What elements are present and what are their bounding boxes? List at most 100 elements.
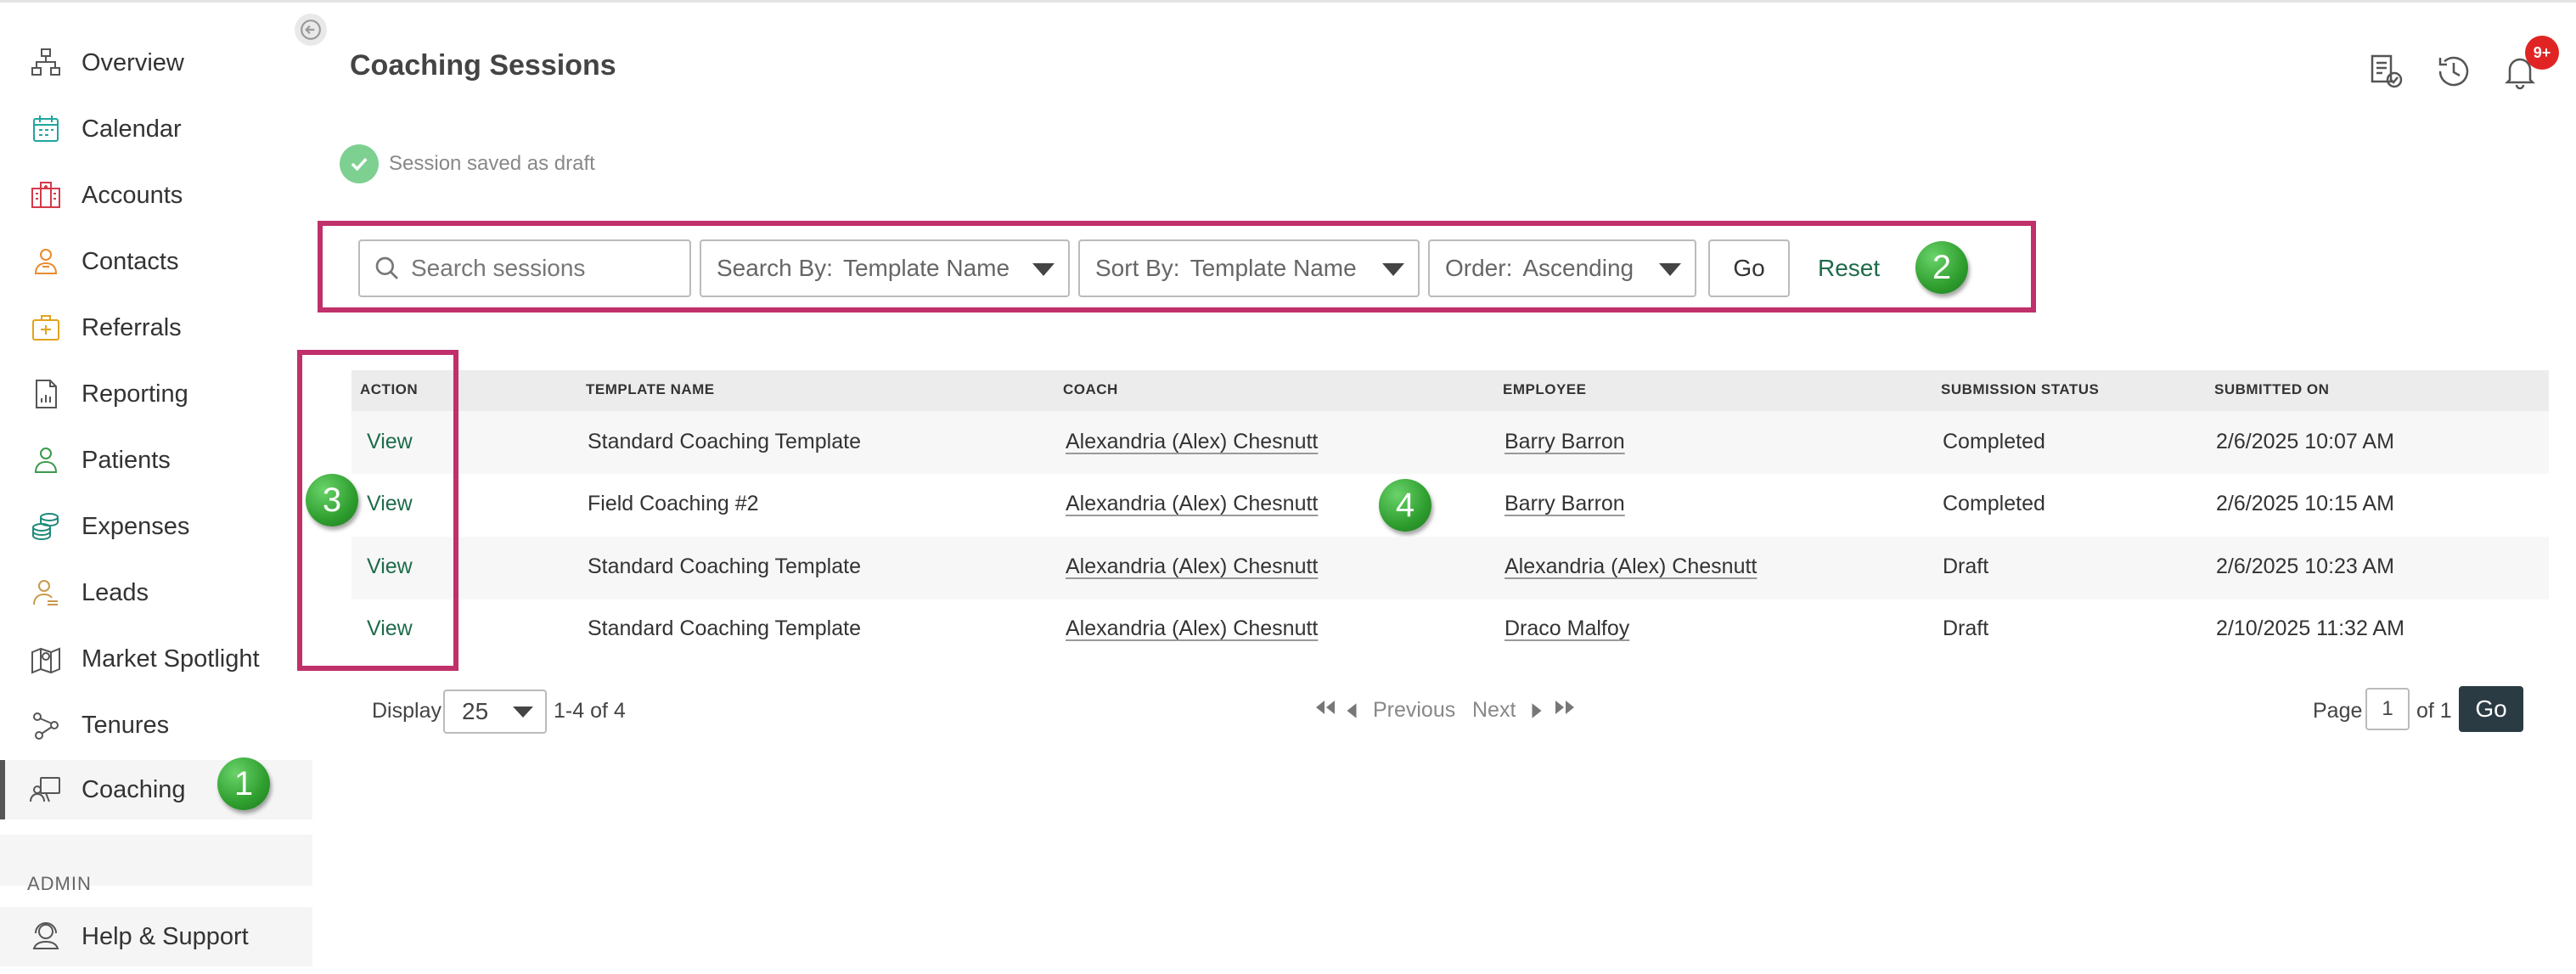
order-value: Ascending <box>1522 255 1634 281</box>
order-select[interactable]: Order: Ascending <box>1428 239 1696 297</box>
coach-link[interactable]: Alexandria (Alex) Chesnutt <box>1066 430 1318 454</box>
admin-section-label: ADMIN <box>27 873 92 894</box>
search-placeholder: Search sessions <box>411 255 586 281</box>
sidebar-item-label: Help & Support <box>82 922 249 950</box>
sidebar-item-label: Reporting <box>82 380 188 408</box>
calendar-icon <box>27 110 65 148</box>
status-cell: Draft <box>1943 616 1989 640</box>
column-header-coach[interactable]: COACH <box>1063 381 1118 398</box>
draft-message-text: Session saved as draft <box>389 152 595 175</box>
sidebar-item-label: Calendar <box>82 115 182 143</box>
last-page-button[interactable] <box>1554 698 1578 723</box>
search-icon <box>375 256 398 279</box>
headset-icon <box>27 918 65 955</box>
chevron-down-icon <box>1032 263 1055 276</box>
chevron-left-icon <box>1347 703 1357 719</box>
search-by-select[interactable]: Search By: Template Name <box>700 239 1070 297</box>
submitted-on-cell: 2/6/2025 10:15 AM <box>2216 492 2394 515</box>
check-circle-icon <box>340 144 379 183</box>
reset-link[interactable]: Reset <box>1818 255 1880 282</box>
double-chevron-right-icon <box>1555 701 1574 714</box>
column-header-template-name[interactable]: TEMPLATE NAME <box>586 381 715 398</box>
sidebar-item-patients[interactable]: Patients <box>0 431 312 490</box>
status-cell: Draft <box>1943 555 1989 578</box>
sidebar-item-label: Expenses <box>82 512 190 540</box>
sort-by-value: Template Name <box>1190 255 1357 281</box>
patients-icon <box>27 442 65 479</box>
referrals-icon <box>27 309 65 346</box>
sidebar-item-label: Tenures <box>82 711 170 739</box>
callout-2: 2 <box>1915 241 1968 294</box>
employee-link[interactable]: Barry Barron <box>1505 430 1625 454</box>
previous-label: Previous <box>1372 698 1456 722</box>
sidebar-item-leads[interactable]: Leads <box>0 563 312 622</box>
coach-link[interactable]: Alexandria (Alex) Chesnutt <box>1066 555 1318 579</box>
sidebar-item-label: Leads <box>82 578 149 606</box>
previous-page-button[interactable]: Previous <box>1345 698 1455 723</box>
sidebar-item-tenures[interactable]: Tenures <box>0 695 312 755</box>
tasks-button[interactable] <box>2362 48 2410 95</box>
coach-link[interactable]: Alexandria (Alex) Chesnutt <box>1066 616 1318 641</box>
next-page-button[interactable]: Next <box>1472 698 1544 723</box>
accounts-icon <box>27 177 65 214</box>
sidebar-collapse-button[interactable] <box>295 14 327 46</box>
page-label: Page <box>2313 699 2363 723</box>
reporting-icon <box>27 375 65 413</box>
employee-link[interactable]: Alexandria (Alex) Chesnutt <box>1505 555 1757 579</box>
chevron-down-icon <box>513 707 533 718</box>
tenures-icon <box>27 707 65 744</box>
contacts-icon <box>27 243 65 280</box>
sidebar-item-overview[interactable]: Overview <box>0 33 312 93</box>
search-by-value: Template Name <box>842 255 1010 281</box>
sidebar-item-reporting[interactable]: Reporting <box>0 364 312 424</box>
history-button[interactable] <box>2430 48 2478 95</box>
employee-link[interactable]: Draco Malfoy <box>1505 616 1629 641</box>
column-header-employee[interactable]: EMPLOYEE <box>1503 381 1586 398</box>
search-sessions-input[interactable]: Search sessions <box>358 239 691 297</box>
employee-link[interactable]: Barry Barron <box>1505 492 1625 516</box>
sidebar-item-expenses[interactable]: Expenses <box>0 497 312 556</box>
sidebar-item-calendar[interactable]: Calendar <box>0 99 312 159</box>
sidebar-item-help-support[interactable]: Help & Support <box>0 907 312 966</box>
order-label: Order: <box>1445 255 1513 281</box>
submitted-on-cell: 2/10/2025 11:32 AM <box>2216 616 2404 640</box>
sidebar-item-accounts[interactable]: Accounts <box>0 166 312 225</box>
template-name-cell: Field Coaching #2 <box>588 492 759 515</box>
document-check-icon <box>2371 54 2403 88</box>
page-number-input[interactable]: 1 <box>2365 688 2410 730</box>
overview-icon <box>27 44 65 82</box>
search-by-label: Search By: <box>717 255 833 281</box>
first-page-button[interactable] <box>1313 698 1336 723</box>
status-cell: Completed <box>1943 430 2045 453</box>
sidebar-item-label: Coaching <box>82 775 186 803</box>
status-cell: Completed <box>1943 492 2045 515</box>
column-header-submitted-on[interactable]: SUBMITTED ON <box>2214 381 2329 398</box>
chevron-right-icon <box>1532 703 1542 719</box>
record-range: 1-4 of 4 <box>554 699 626 723</box>
sidebar-item-market-spotlight[interactable]: Market Spotlight <box>0 629 312 689</box>
callout-1: 1 <box>217 757 270 810</box>
sidebar: Overview Calendar Accounts Contacts Refe… <box>0 3 312 974</box>
market-spotlight-icon <box>27 640 65 678</box>
leads-icon <box>27 574 65 611</box>
chevron-down-icon <box>1382 263 1404 276</box>
sidebar-item-label: Contacts <box>82 247 179 275</box>
filter-go-button[interactable]: Go <box>1708 239 1790 297</box>
sidebar-item-contacts[interactable]: Contacts <box>0 232 312 291</box>
expenses-icon <box>27 508 65 545</box>
page-size-select[interactable]: 25 <box>443 690 547 734</box>
sidebar-item-label: Patients <box>82 446 171 474</box>
top-border <box>0 0 2576 3</box>
page-size-value: 25 <box>462 698 489 724</box>
column-header-submission-status[interactable]: SUBMISSION STATUS <box>1941 381 2099 398</box>
arrow-left-circle-icon <box>301 20 321 40</box>
sort-by-select[interactable]: Sort By: Template Name <box>1078 239 1420 297</box>
double-chevron-left-icon <box>1316 701 1335 714</box>
page-go-button[interactable]: Go <box>2459 686 2523 732</box>
template-name-cell: Standard Coaching Template <box>588 430 861 453</box>
sidebar-item-label: Overview <box>82 48 184 76</box>
sidebar-item-label: Referrals <box>82 313 182 341</box>
coach-link[interactable]: Alexandria (Alex) Chesnutt <box>1066 492 1318 516</box>
page-title: Coaching Sessions <box>350 49 616 82</box>
sidebar-item-referrals[interactable]: Referrals <box>0 298 312 358</box>
